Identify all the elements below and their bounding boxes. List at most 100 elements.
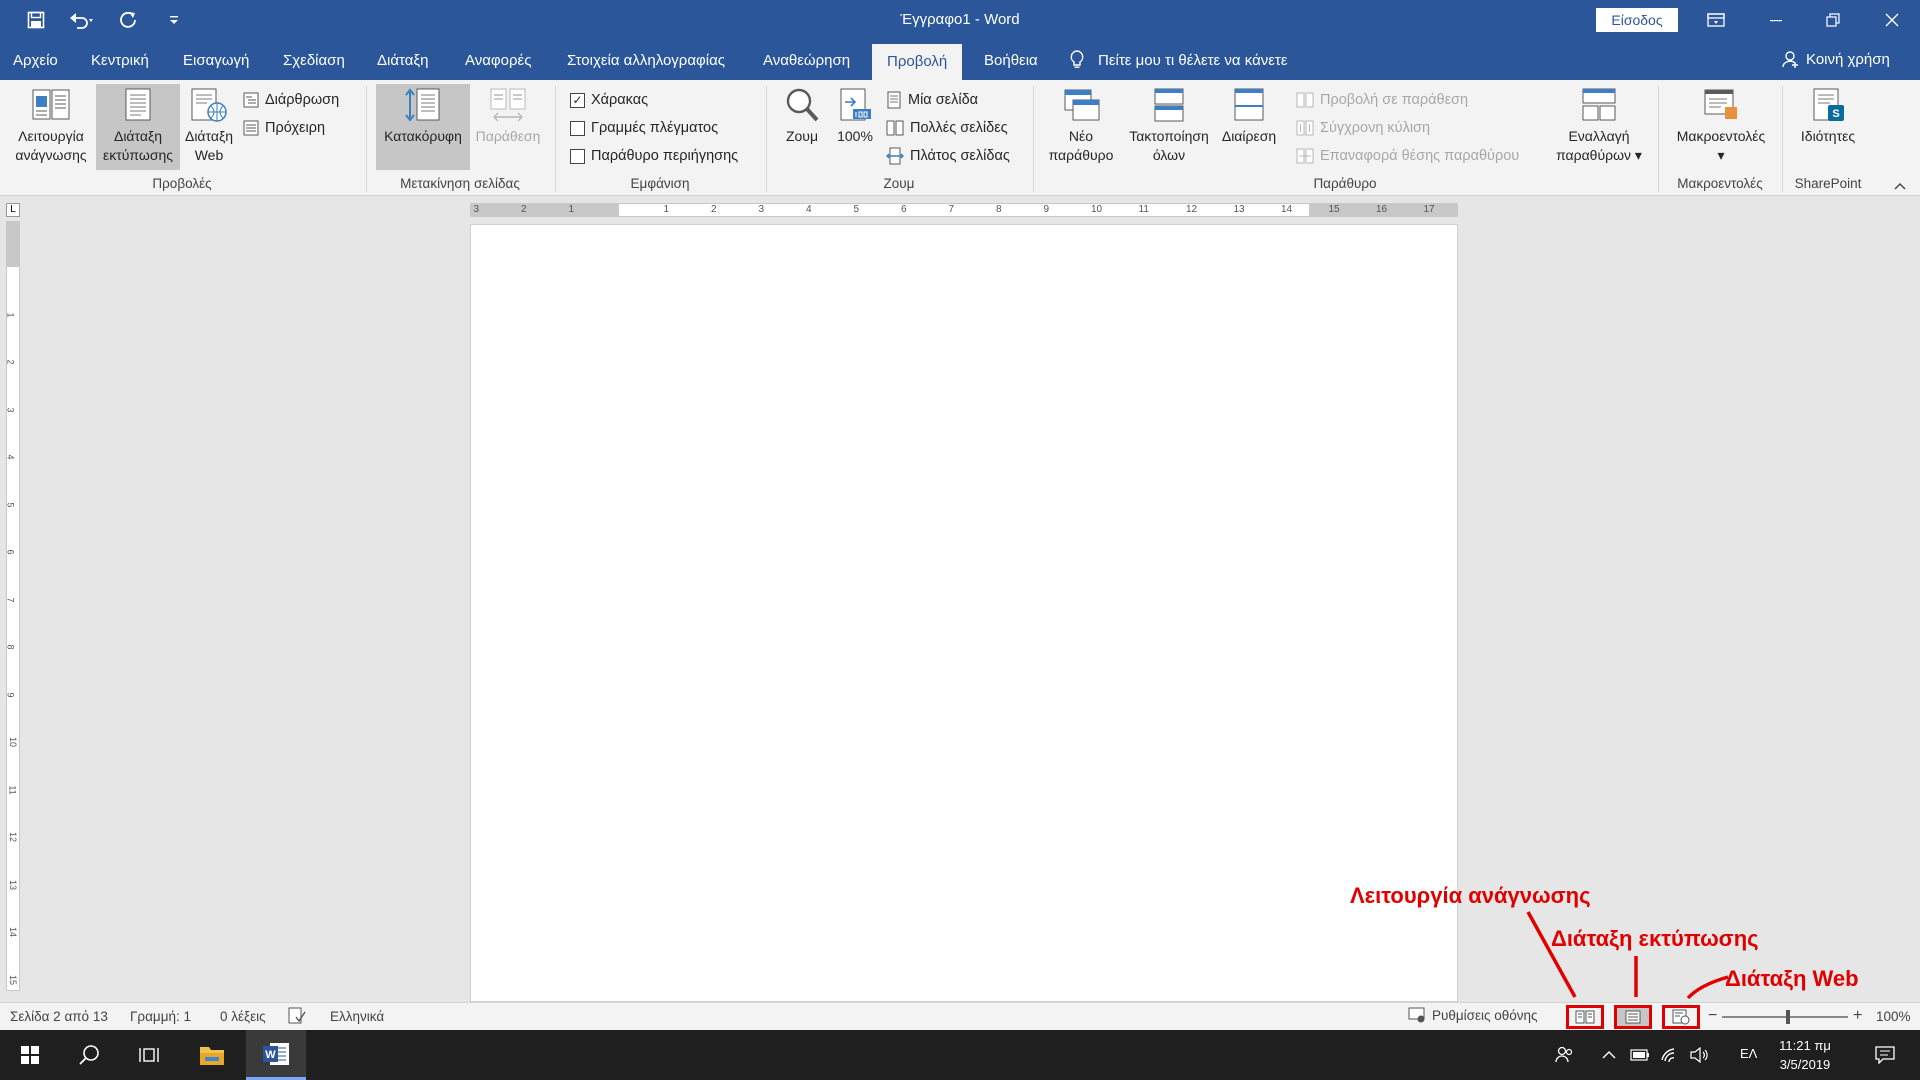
reset-window-position-button[interactable]: Επαναφορά θέσης παραθύρου xyxy=(1296,144,1519,168)
web-layout-button[interactable]: Διάταξη Web xyxy=(180,84,238,170)
tab-mailings[interactable]: Στοιχεία αλληλογραφίας xyxy=(567,40,725,80)
gridlines-checkbox[interactable]: Γραμμές πλέγματος xyxy=(570,116,718,140)
clock[interactable]: 11:21 πμ 3/5/2019 xyxy=(1760,1036,1850,1074)
minimize-icon[interactable] xyxy=(1756,6,1796,34)
print-layout-button[interactable]: Διάταξη εκτύπωσης xyxy=(96,84,180,170)
arrange-all-icon xyxy=(1154,88,1184,122)
print-layout-label-2: εκτύπωσης xyxy=(103,147,173,163)
start-button-icon[interactable] xyxy=(0,1030,60,1080)
display-settings-button[interactable]: Ρυθμίσεις οθόνης xyxy=(1408,1007,1538,1023)
vertical-button[interactable]: Κατακόρυφη xyxy=(376,84,470,170)
ruler-top-margin xyxy=(7,222,19,267)
view-side-by-side-button[interactable]: Προβολή σε παράθεση xyxy=(1296,88,1468,112)
show-hidden-icons-icon[interactable] xyxy=(1596,1030,1622,1080)
one-page-button[interactable]: Μία σελίδα xyxy=(886,88,978,112)
ribbon-display-options-icon[interactable] xyxy=(1696,6,1736,34)
zoom-level[interactable]: 100% xyxy=(1876,1009,1911,1024)
multiple-pages-button[interactable]: Πολλές σελίδες xyxy=(886,116,1008,140)
zoom-slider-track[interactable] xyxy=(1722,1016,1848,1018)
read-mode-button[interactable]: Λειτουργία ανάγνωσης xyxy=(6,84,96,170)
draft-icon xyxy=(243,120,259,136)
title-bar: Έγγραφο1 - Word Είσοδος xyxy=(0,0,1920,40)
web-layout-view-button[interactable] xyxy=(1662,1005,1700,1029)
people-icon[interactable] xyxy=(1545,1030,1585,1080)
ruler-tick-label: 10 xyxy=(8,736,19,748)
ruler-tick-label: 7 xyxy=(5,596,16,603)
print-layout-view-button[interactable] xyxy=(1614,1005,1652,1029)
draft-button[interactable]: Πρόχειρη xyxy=(243,116,325,140)
page-count[interactable]: Σελίδα 2 από 13 xyxy=(10,1009,108,1024)
input-language[interactable]: ΕΛ xyxy=(1740,1046,1757,1061)
new-window-button[interactable]: Νέο παράθυρο xyxy=(1040,84,1122,170)
zoom-100-button[interactable]: 100% xyxy=(830,84,880,170)
tab-design[interactable]: Σχεδίαση xyxy=(283,40,345,80)
ruler-checkbox[interactable]: ✓ Χάρακας xyxy=(570,88,648,112)
proofing-icon[interactable] xyxy=(288,1007,306,1028)
action-center-icon[interactable] xyxy=(1860,1030,1910,1080)
ruler-tick-label: 14 xyxy=(8,926,19,938)
tab-view[interactable]: Προβολή xyxy=(872,44,963,80)
close-icon[interactable] xyxy=(1872,6,1912,34)
tab-home[interactable]: Κεντρική xyxy=(91,40,149,80)
outline-button[interactable]: Διάρθρωση xyxy=(243,88,339,112)
navigation-pane-checkbox[interactable]: Παράθυρο περιήγησης xyxy=(570,144,738,168)
page-width-button[interactable]: Πλάτος σελίδας xyxy=(886,144,1010,168)
ribbon: Λειτουργία ανάγνωσης Διάταξη εκτύπωσης Δ… xyxy=(0,80,1920,196)
tab-layout[interactable]: Διάταξη xyxy=(377,40,428,80)
split-button[interactable]: Διαίρεση xyxy=(1216,84,1282,170)
properties-button[interactable]: S Ιδιότητες xyxy=(1788,84,1868,170)
ribbon-tabs: Αρχείο Κεντρική Εισαγωγή Σχεδίαση Διάταξ… xyxy=(0,40,1920,80)
zoom-slider-thumb[interactable] xyxy=(1786,1010,1790,1024)
tab-insert[interactable]: Εισαγωγή xyxy=(183,40,249,80)
ruler-tick-label: 10 xyxy=(1091,204,1103,215)
vertical-label: Κατακόρυφη xyxy=(384,128,462,144)
tab-file[interactable]: Αρχείο xyxy=(13,40,58,80)
tell-me-search[interactable]: Πείτε μου τι θέλετε να κάνετε xyxy=(1070,50,1288,70)
ruler-tick-label: 7 xyxy=(948,204,955,215)
ruler-tick-label: 1 xyxy=(663,204,670,215)
horizontal-ruler[interactable]: 3 2 1 1 2 3 4 5 6 7 8 9 10 11 12 13 14 15 16 17 xyxy=(470,203,1458,217)
group-separator xyxy=(1782,86,1783,192)
share-button[interactable]: Κοινή χρήση xyxy=(1782,50,1890,68)
tab-review[interactable]: Αναθεώρηση xyxy=(763,40,850,80)
side-by-side-button[interactable]: Παράθεση xyxy=(472,84,544,170)
macros-button[interactable]: Μακροεντολές ▾ xyxy=(1664,84,1778,170)
read-mode-view-button[interactable] xyxy=(1566,1005,1604,1029)
switch-windows-button[interactable]: Εναλλαγή παραθύρων ▾ xyxy=(1540,84,1658,170)
language-status[interactable]: Ελληνικά xyxy=(330,1009,384,1024)
line-number[interactable]: Γραμμή: 1 xyxy=(130,1009,191,1024)
wifi-icon[interactable] xyxy=(1656,1030,1684,1080)
zoom-button[interactable]: Ζουμ xyxy=(776,84,828,170)
arrange-all-button[interactable]: Τακτοποίηση όλων xyxy=(1122,84,1216,170)
collapse-ribbon-icon[interactable] xyxy=(1894,178,1906,194)
zoom-in-button[interactable]: + xyxy=(1853,1007,1862,1025)
word-count[interactable]: 0 λέξεις xyxy=(220,1009,266,1024)
tab-help[interactable]: Βοήθεια xyxy=(984,40,1038,80)
tab-selector[interactable]: L xyxy=(6,203,20,217)
restore-icon[interactable] xyxy=(1813,6,1853,34)
battery-icon[interactable] xyxy=(1626,1030,1654,1080)
group-separator xyxy=(555,86,556,192)
zoom-out-button[interactable]: − xyxy=(1708,1007,1717,1025)
task-view-icon[interactable] xyxy=(120,1030,180,1080)
vertical-ruler[interactable]: 1 2 3 4 5 6 7 8 9 10 11 12 13 14 15 xyxy=(6,221,20,991)
ruler-tick-label: 1 xyxy=(568,204,575,215)
sign-in-button[interactable]: Είσοδος xyxy=(1596,8,1678,32)
synchronous-scrolling-button[interactable]: Σύγχρονη κύλιση xyxy=(1296,116,1430,140)
ruler-tick-label: 6 xyxy=(5,549,16,555)
view-side-by-side-icon xyxy=(1296,92,1314,108)
web-layout-icon xyxy=(191,88,227,122)
file-explorer-icon[interactable] xyxy=(182,1030,242,1080)
group-separator xyxy=(766,86,767,192)
gridlines-label: Γραμμές πλέγματος xyxy=(591,120,719,136)
web-layout-label-1: Διάταξη xyxy=(184,128,234,144)
word-taskbar-icon[interactable]: W xyxy=(246,1030,306,1080)
document-page[interactable] xyxy=(470,224,1458,1002)
switch-windows-label-1: Εναλλαγή xyxy=(1568,128,1630,144)
arrange-all-label-2: όλων xyxy=(1152,147,1186,163)
search-icon[interactable] xyxy=(60,1030,120,1080)
sharepoint-properties-icon: S xyxy=(1813,88,1844,121)
tab-references[interactable]: Αναφορές xyxy=(465,40,531,80)
volume-icon[interactable] xyxy=(1686,1030,1714,1080)
ruler-tick-label: 6 xyxy=(901,204,907,215)
